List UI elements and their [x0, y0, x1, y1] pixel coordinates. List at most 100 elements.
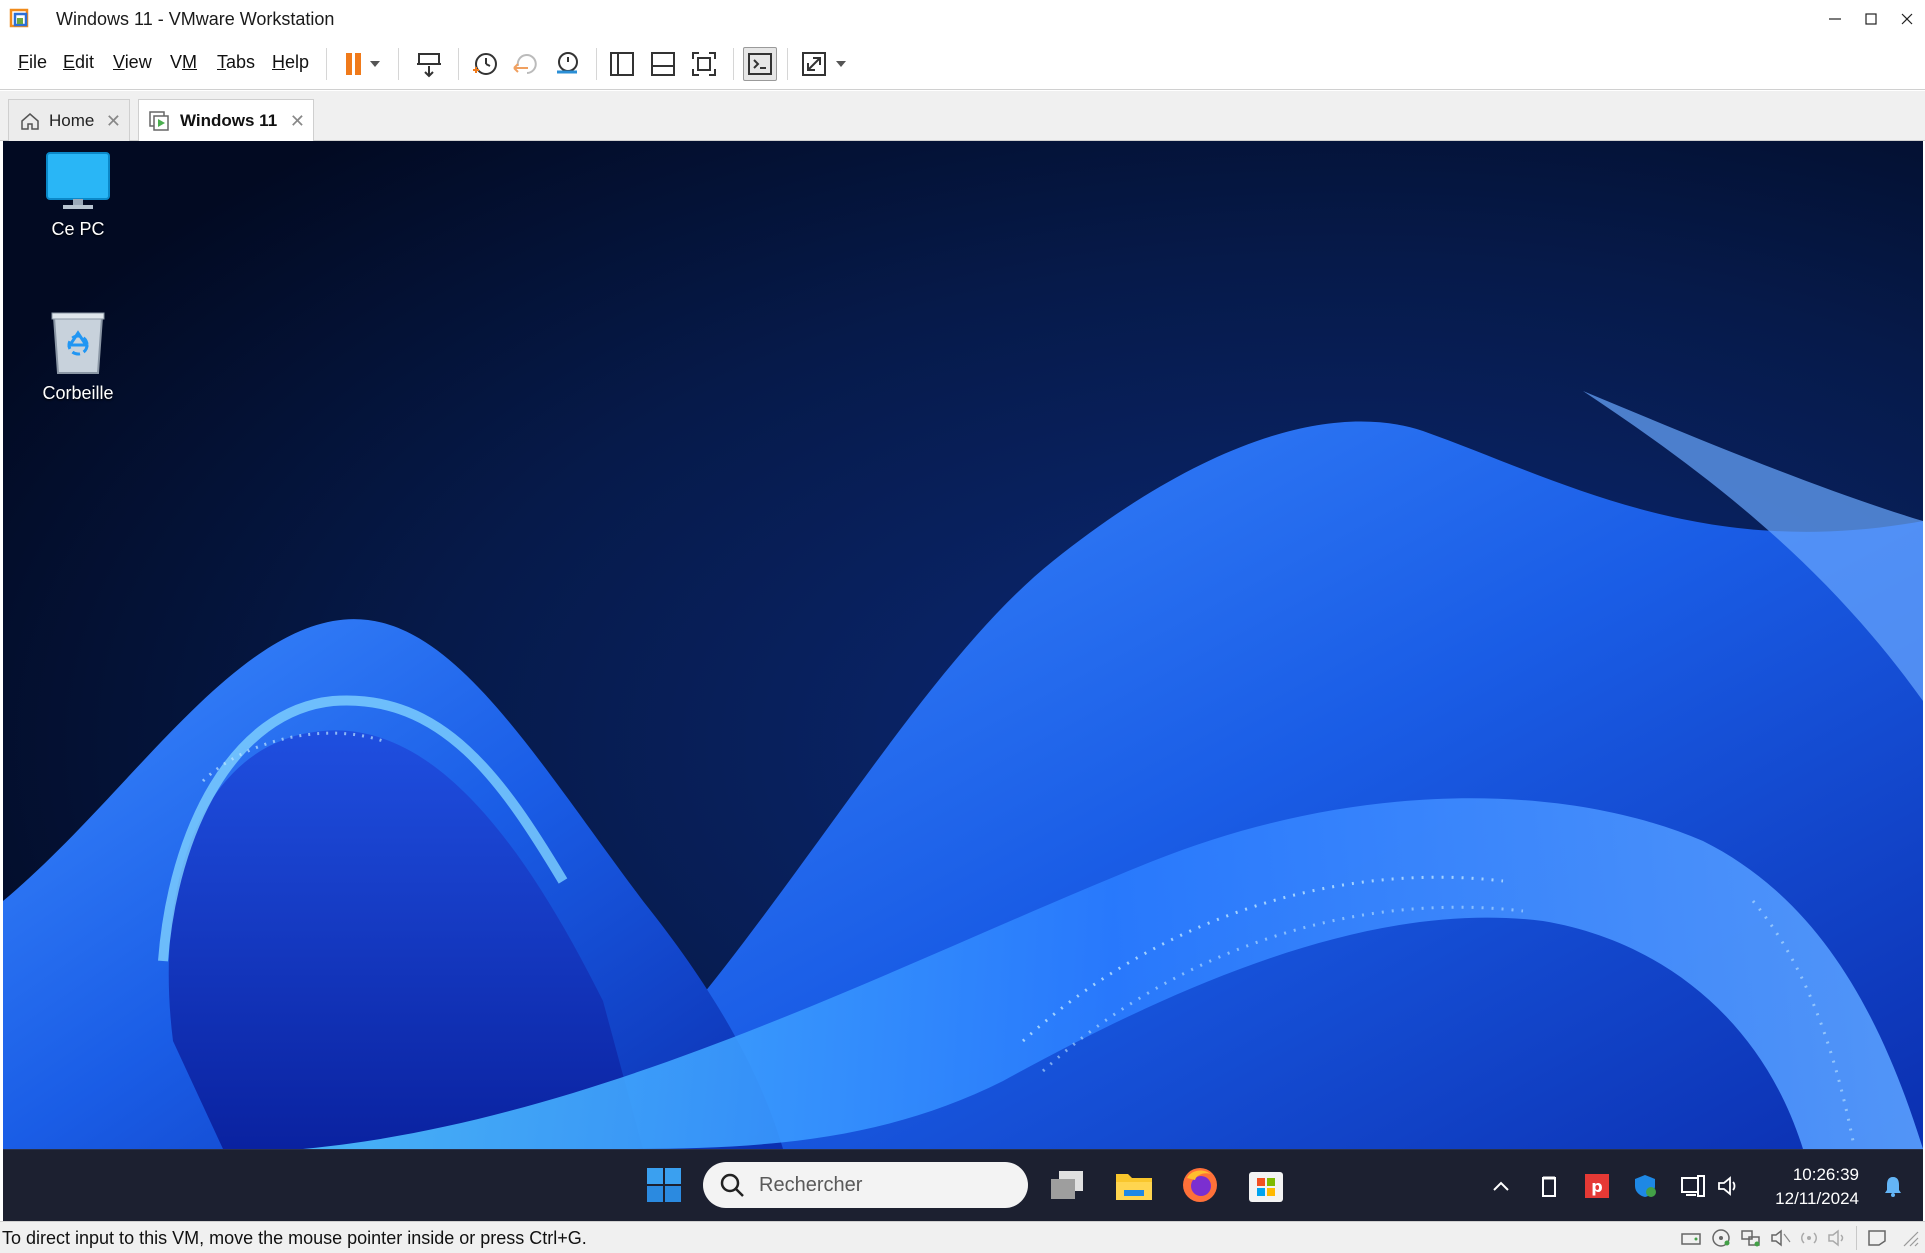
microsoft-store-button[interactable]: [1243, 1162, 1289, 1208]
take-snapshot-button[interactable]: [468, 47, 502, 81]
maximize-icon: [1865, 13, 1877, 25]
stretch-guest-button[interactable]: [797, 47, 853, 81]
thumbnail-bar-icon: [651, 52, 675, 76]
tray-network[interactable]: [1679, 1172, 1707, 1200]
removable-device-icon: [1542, 1176, 1556, 1197]
wireless-icon[interactable]: [1798, 1228, 1820, 1248]
pause-icon: [346, 53, 380, 75]
title-bar: Windows 11 - VMware Workstation: [0, 0, 1925, 38]
full-screen-button[interactable]: [687, 47, 721, 81]
snapshot-manager-icon: [557, 52, 578, 74]
start-button[interactable]: [641, 1162, 687, 1208]
show-hidden-icons-button[interactable]: [1487, 1172, 1515, 1200]
revert-snapshot-button[interactable]: [509, 47, 543, 81]
stretch-guest-icon: [802, 52, 846, 76]
close-icon: [1901, 13, 1913, 25]
tab-windows-11[interactable]: Windows 11 ✕: [138, 99, 314, 141]
resize-grip-icon[interactable]: [1898, 1228, 1920, 1248]
toolbar-separator: [458, 48, 459, 80]
start-icon: [647, 1168, 681, 1202]
menu-file[interactable]: File: [18, 52, 47, 73]
clock-time: 10:26:39: [1792, 1165, 1859, 1184]
show-library-button[interactable]: [605, 47, 639, 81]
vmware-status-bar: To direct input to this VM, move the mou…: [0, 1221, 1925, 1253]
menu-view[interactable]: View: [113, 52, 152, 73]
notifications-button[interactable]: [1879, 1172, 1907, 1200]
hard-disk-icon[interactable]: [1680, 1228, 1702, 1248]
menu-tabs[interactable]: Tabs: [217, 52, 255, 73]
maximize-button[interactable]: [1853, 0, 1889, 38]
status-separator: [1856, 1226, 1857, 1250]
recycle-bin-icon: [51, 312, 105, 374]
snapshot-icon: [473, 53, 497, 75]
toolbar-separator: [326, 48, 327, 80]
audio-output-icon[interactable]: [1826, 1228, 1848, 1248]
speaker-icon: [1718, 1176, 1736, 1196]
chevron-up-icon: [1493, 1181, 1509, 1191]
console-view-button[interactable]: [743, 47, 777, 81]
monitor-icon: [46, 152, 110, 209]
tab-home-label: Home: [49, 110, 95, 130]
send-ctrl-alt-del-button[interactable]: [412, 47, 446, 81]
windows-taskbar: Rechercher p 10:26:39 12/11/2024: [3, 1149, 1923, 1221]
taskbar-clock[interactable]: 10:26:39 12/11/2024: [1775, 1163, 1859, 1211]
vmware-app-icon: [9, 8, 29, 28]
windows-security-icon: [1635, 1175, 1656, 1197]
message-log-icon[interactable]: [1866, 1228, 1888, 1248]
firefox-icon: [1183, 1168, 1217, 1202]
bell-icon: [1885, 1177, 1901, 1197]
toolbar-separator: [596, 48, 597, 80]
console-view-icon: [748, 53, 772, 75]
tab-windows-11-label: Windows 11: [180, 110, 278, 130]
desktop-icon-recycle-bin-label: Corbeille: [42, 383, 114, 403]
menu-edit[interactable]: Edit: [63, 52, 94, 73]
tab-strip: Home ✕ Windows 11 ✕: [0, 91, 1925, 141]
file-explorer-icon: [1116, 1174, 1152, 1200]
toolbar-separator: [733, 48, 734, 80]
tray-volume[interactable]: [1715, 1172, 1743, 1200]
toolbar-separator: [398, 48, 399, 80]
minimize-button[interactable]: [1817, 0, 1853, 38]
desktop-icon-recycle-bin[interactable]: Corbeille: [23, 311, 133, 404]
show-library-icon: [610, 52, 634, 76]
task-view-icon: [1051, 1171, 1083, 1199]
cd-dvd-icon[interactable]: [1710, 1228, 1732, 1248]
sound-card-icon[interactable]: [1770, 1228, 1792, 1248]
network-adapter-icon[interactable]: [1740, 1228, 1762, 1248]
search-placeholder: Rechercher: [759, 1174, 863, 1196]
thumbnail-bar-button[interactable]: [646, 47, 680, 81]
search-icon: [720, 1173, 744, 1197]
vm-display[interactable]: Ce PC Corbeille: [3, 141, 1923, 1149]
menu-help[interactable]: Help: [272, 52, 309, 73]
menu-vm[interactable]: VM: [170, 52, 197, 73]
status-message: To direct input to this VM, move the mou…: [2, 1228, 587, 1248]
send-ctrl-alt-del-icon: [417, 53, 441, 78]
svg-text:p: p: [1591, 1177, 1602, 1196]
snapshot-manager-button[interactable]: [550, 47, 584, 81]
vm-icon: [149, 110, 169, 131]
tab-windows-11-close-icon[interactable]: ✕: [290, 111, 305, 132]
tray-usb-device[interactable]: [1535, 1172, 1563, 1200]
tray-app-red[interactable]: p: [1583, 1172, 1611, 1200]
task-view-button[interactable]: [1045, 1162, 1091, 1208]
full-screen-icon: [692, 52, 716, 76]
taskbar-search-box[interactable]: Rechercher: [703, 1162, 1028, 1208]
desktop-icon-this-pc-label: Ce PC: [51, 219, 105, 239]
tab-home[interactable]: Home ✕: [8, 99, 130, 141]
bloom-wallpaper: [3, 141, 1923, 1149]
firefox-button[interactable]: [1177, 1162, 1223, 1208]
red-app-icon: p: [1585, 1174, 1609, 1198]
desktop-icon-this-pc[interactable]: Ce PC: [23, 151, 133, 240]
window-title: Windows 11 - VMware Workstation: [56, 9, 335, 29]
network-icon: [1681, 1175, 1705, 1197]
minimize-icon: [1829, 18, 1841, 20]
close-button[interactable]: [1889, 0, 1925, 38]
revert-snapshot-icon: [513, 54, 537, 74]
microsoft-store-icon: [1249, 1172, 1283, 1202]
tab-home-close-icon[interactable]: ✕: [106, 111, 121, 132]
tray-windows-security[interactable]: [1631, 1172, 1659, 1200]
home-icon: [21, 112, 39, 130]
toolbar-separator: [787, 48, 788, 80]
file-explorer-button[interactable]: [1111, 1162, 1157, 1208]
power-pause-button[interactable]: [336, 47, 388, 81]
